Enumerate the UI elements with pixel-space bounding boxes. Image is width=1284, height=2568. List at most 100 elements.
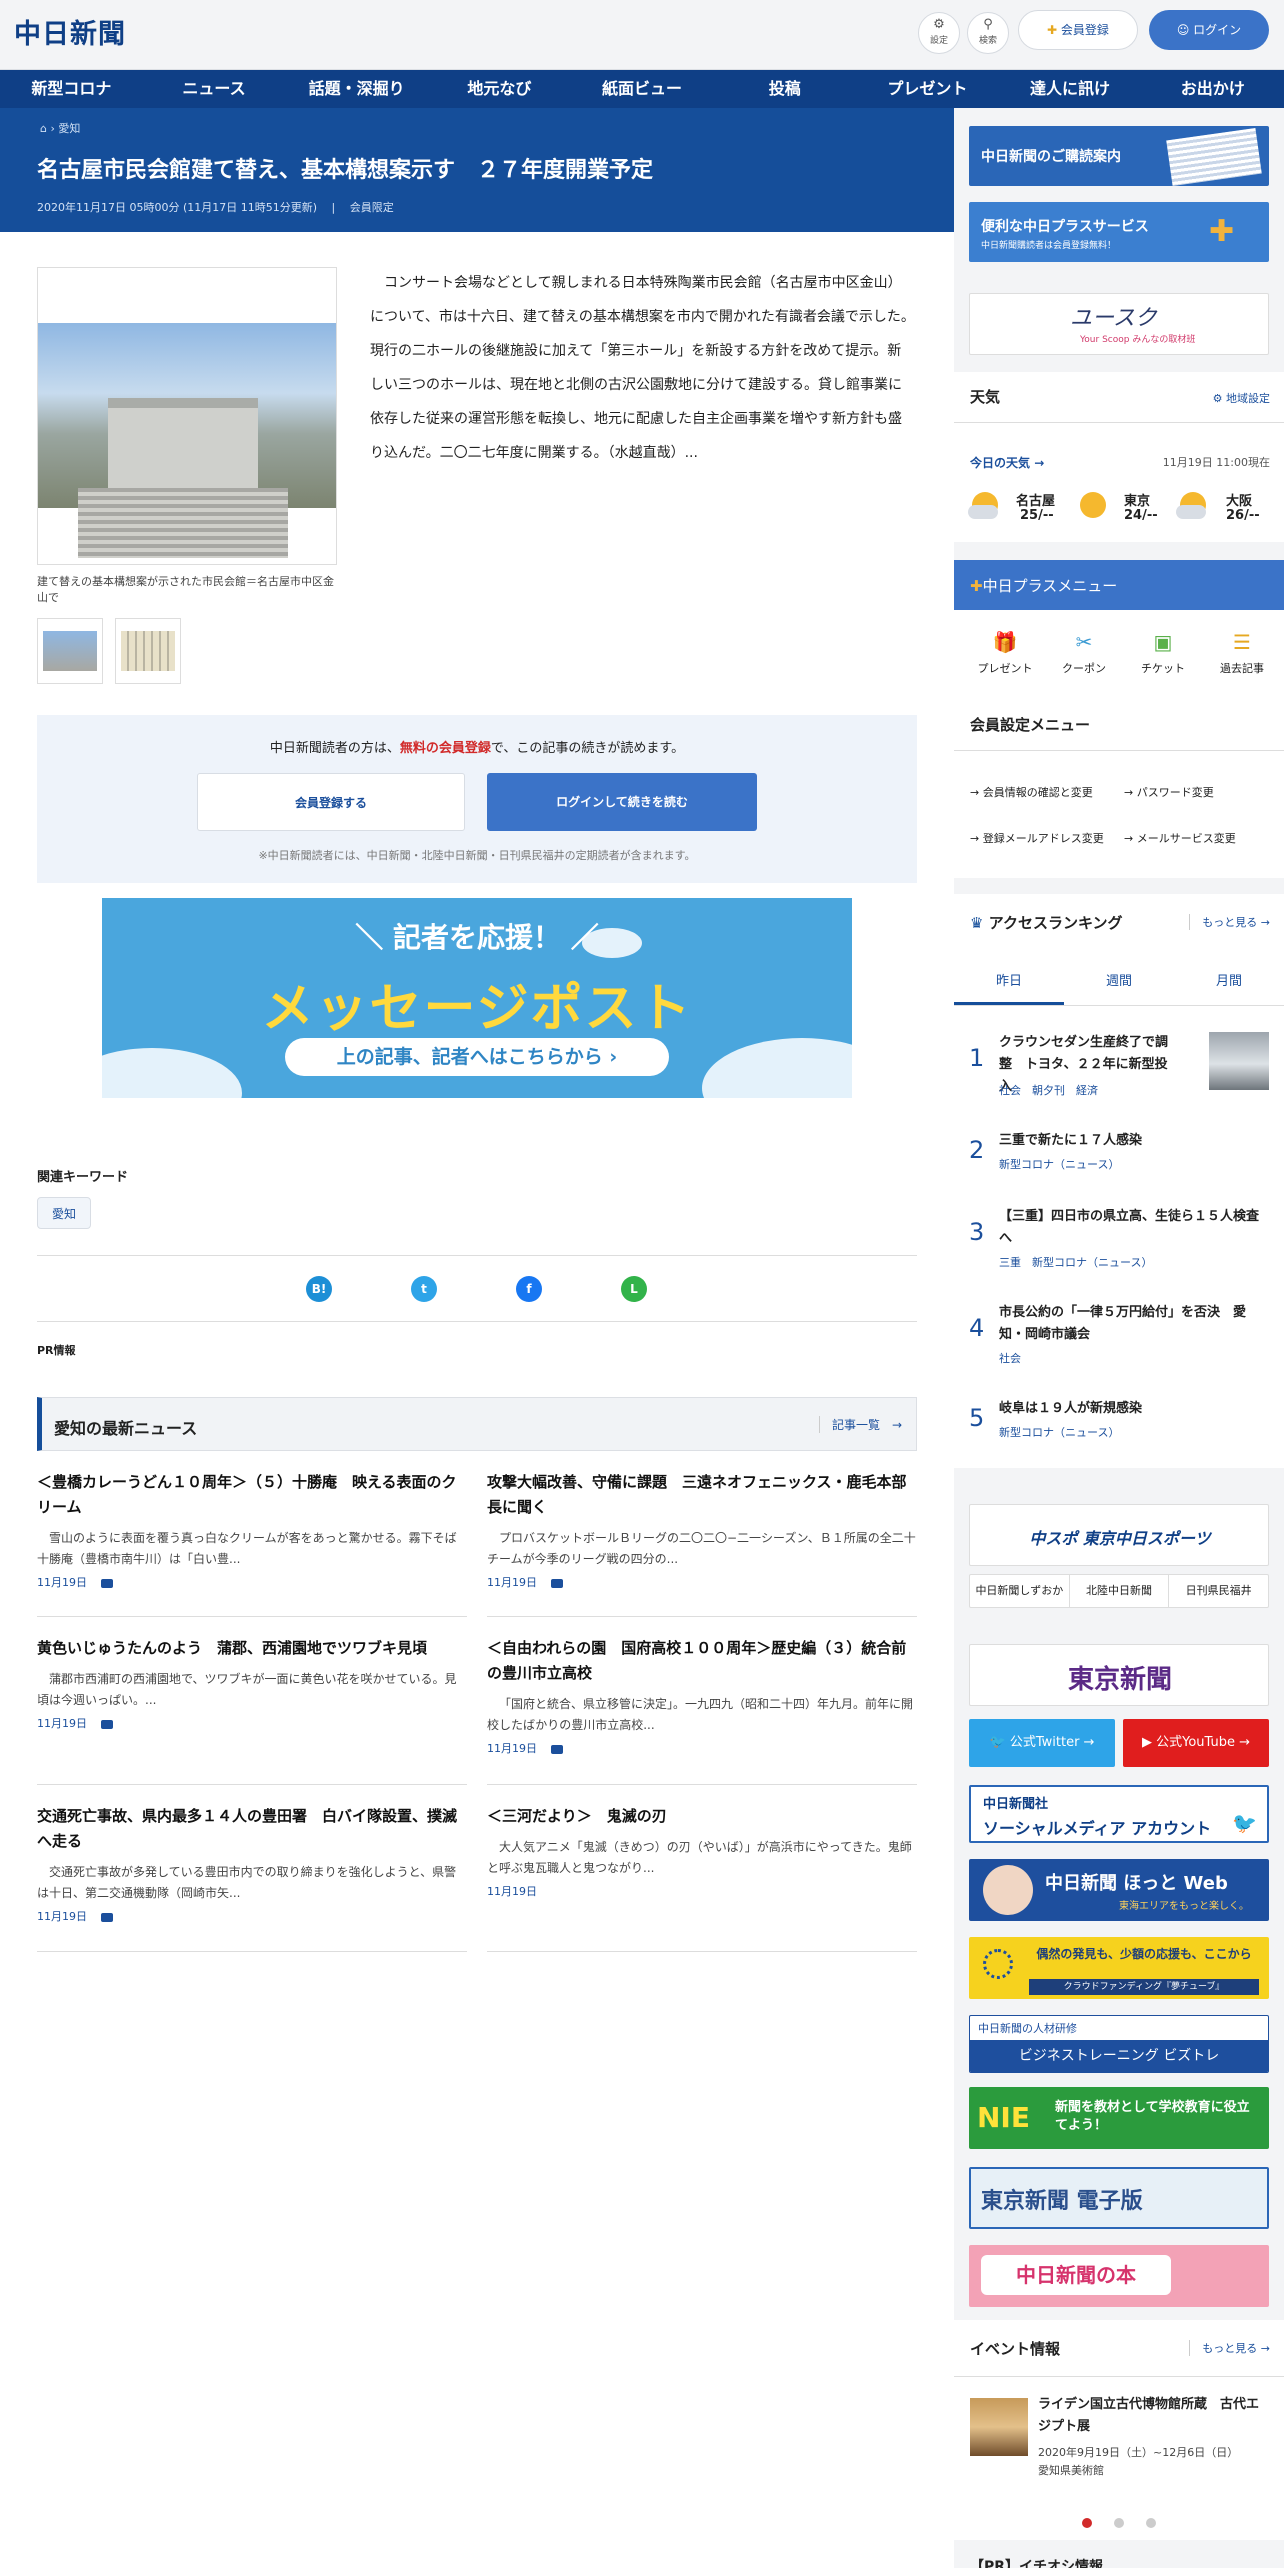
latest-news-more-link[interactable]: 記事一覧 →	[818, 1416, 902, 1433]
divider	[37, 1616, 467, 1617]
plus-icon: ✚	[1047, 23, 1061, 37]
bizutore-banner[interactable]: 中日新聞の人材研修 ビジネストレーニング ビズトレ	[969, 2015, 1269, 2073]
news-item[interactable]: ＜三河だより＞ 鬼滅の刃 大人気アニメ「鬼滅（きめつ）の刃（やいば）」が高浜市に…	[487, 1804, 917, 1899]
search-button[interactable]: ⚲ 検索	[967, 12, 1009, 54]
event-date: 2020年9月19日（土）~12月6日（日）	[1038, 2446, 1239, 2459]
divider	[37, 1321, 917, 1322]
global-nav: 新型コロナ ニュース 話題・深掘り 地元なび 紙面ビュー 投稿 プレゼント 達人…	[0, 70, 1284, 108]
news-item[interactable]: 攻撃大幅改善、守備に課題 三遠ネオフェニックス・鹿毛本部長に聞く プロバスケット…	[487, 1470, 917, 1590]
gift-icon: 🎁	[992, 630, 1018, 654]
ticket-icon: ▣	[1153, 630, 1173, 654]
your-scoop-banner[interactable]: ユースク Your Scoop みんなの取材班	[969, 293, 1269, 355]
news-item[interactable]: ＜豊橋カレーうどん１０周年＞（５）十勝庵 映える表面のクリーム 雪山のように表面…	[37, 1470, 467, 1590]
plus-icon: ✚	[1209, 214, 1235, 249]
carousel-dot[interactable]	[1082, 2518, 1092, 2528]
ranking-item[interactable]: 3 【三重】四日市の県立高、生徒ら１５人検査へ 三重 新型コロナ（ニュース）	[969, 1206, 1269, 1276]
ranking-tab-yesterday[interactable]: 昨日	[954, 958, 1064, 1005]
ranking-tab-month[interactable]: 月間	[1174, 958, 1284, 1005]
latest-news-heading: 愛知の最新ニュース	[54, 1419, 198, 1438]
tokyo-digital-banner[interactable]: 東京新聞 電子版	[969, 2167, 1269, 2229]
subscription-banner[interactable]: 中日新聞のご購読案内	[969, 126, 1269, 186]
tokyo-shimbun-banner[interactable]: 東京新聞	[969, 1644, 1269, 1706]
keyword-tag[interactable]: 愛知	[37, 1197, 91, 1229]
nav-item[interactable]: 新型コロナ	[0, 70, 143, 108]
member-menu-item[interactable]: → 登録メールアドレス変更	[970, 830, 1120, 847]
login-button[interactable]: ☺ ログイン	[1149, 10, 1269, 50]
twitter-icon: 🐦	[1232, 1811, 1257, 1835]
message-post-link[interactable]: 上の記事、記者へはこちらから ›	[285, 1038, 669, 1076]
settings-label: 設定	[929, 36, 948, 46]
nie-banner[interactable]: NIE 新聞を教材として学校教育に役立てよう！	[969, 2087, 1269, 2149]
nav-item[interactable]: 地元なび	[428, 70, 571, 108]
nav-item[interactable]: プレゼント	[856, 70, 999, 108]
breadcrumb-current[interactable]: 愛知	[58, 122, 80, 135]
plus-menu-coupon[interactable]: ✂ クーポン	[1049, 630, 1119, 676]
member-menu-item[interactable]: → メールサービス変更	[1124, 830, 1236, 846]
keywords-label: 関連キーワード	[37, 1170, 129, 1185]
ranking-item[interactable]: 4 市長公約の「一律５万円給付」を否決 愛知・岡崎市議会 社会	[969, 1302, 1269, 1372]
paywall-register-button[interactable]: 会員登録する	[197, 773, 465, 831]
photo-thumbnail[interactable]	[115, 618, 181, 684]
hatena-share-icon[interactable]: B!	[306, 1276, 332, 1302]
cloud-icon	[968, 505, 998, 519]
chuspo-banner[interactable]: 中スポ 東京中日スポーツ	[969, 1504, 1269, 1566]
person-photo	[983, 1865, 1033, 1915]
facebook-share-icon[interactable]: f	[516, 1276, 542, 1302]
camera-icon	[101, 1578, 113, 1588]
pr-label: PR情報	[37, 1344, 76, 1357]
chunichi-books-banner[interactable]: 中日新聞の本	[969, 2245, 1269, 2307]
carousel-dot[interactable]	[1146, 2518, 1156, 2528]
ranking-item[interactable]: 5 岐阜は１９人が新規感染 新型コロナ（ニュース）	[969, 1398, 1269, 1448]
event-title[interactable]: ライデン国立古代博物館所蔵 古代エジプト展	[1038, 2394, 1270, 2438]
today-weather-link[interactable]: 今日の天気 →	[970, 454, 1044, 471]
regional-link[interactable]: 中日新聞しずおか	[970, 1575, 1069, 1607]
regional-link[interactable]: 日刊県民福井	[1168, 1575, 1268, 1607]
message-post-banner[interactable]: ＼ 記者を応援！ ／ メッセージポスト 上の記事、記者へはこちらから ›	[102, 898, 852, 1098]
crowdfunding-banner[interactable]: 偶然の発見も、少額の応援も、ここから クラウドファンディング『夢チューブ』	[969, 1937, 1269, 1999]
ranking-tab-week[interactable]: 週間	[1064, 958, 1174, 1005]
paywall-login-button[interactable]: ログインして続きを読む	[487, 773, 757, 831]
carousel-dot[interactable]	[1114, 2518, 1124, 2528]
nav-item[interactable]: 達人に訊け	[999, 70, 1142, 108]
nav-item[interactable]: 投稿	[713, 70, 856, 108]
ranking-item[interactable]: 1 クラウンセダン生産終了で調整 トヨタ、２２年に新型投入 社会 朝夕刊 経済	[969, 1032, 1269, 1102]
news-item[interactable]: ＜自由われらの園 国府高校１００周年＞歴史編（３）統合前の豊川市立高校 「国府と…	[487, 1636, 917, 1756]
plus-menu-present[interactable]: 🎁 プレゼント	[970, 630, 1040, 676]
ranking-more-link[interactable]: もっと見る →	[1189, 914, 1270, 930]
free-register-link[interactable]: 無料の会員登録	[400, 741, 491, 756]
twitter-share-icon[interactable]: t	[411, 1276, 437, 1302]
youtube-icon: ▶	[1141, 1735, 1152, 1750]
social-media-banner[interactable]: 中日新聞社 ソーシャルメディア アカウント 🐦	[969, 1785, 1269, 1843]
archive-icon: ☰	[1233, 630, 1251, 654]
event-thumbnail[interactable]	[970, 2398, 1028, 2456]
plus-icon: ✚	[970, 577, 983, 595]
photo-thumbnail[interactable]	[37, 618, 103, 684]
line-share-icon[interactable]: L	[621, 1276, 647, 1302]
weather-time: 11月19日 11:00現在	[1162, 456, 1270, 469]
hotto-web-banner[interactable]: 中日新聞 ほっと Web 東海エリアをもっと楽しく。	[969, 1859, 1269, 1921]
search-label: 検索	[978, 36, 997, 46]
news-item[interactable]: 黄色いじゅうたんのよう 蒲郡、西浦園地でツワブキ見頃 蒲郡市西浦町の西浦園地で、…	[37, 1636, 467, 1731]
divider	[487, 1951, 917, 1952]
weather-setting-link[interactable]: ⚙ 地域設定	[1213, 390, 1270, 406]
news-item[interactable]: 交通死亡事故、県内最多１４人の豊田署 白バイ隊設置、撲滅へ走る 交通死亡事故が多…	[37, 1804, 467, 1924]
member-menu-item[interactable]: → 会員情報の確認と変更	[970, 784, 1093, 800]
plus-menu-ticket[interactable]: ▣ チケット	[1128, 630, 1198, 676]
nav-item[interactable]: お出かけ	[1141, 70, 1284, 108]
nav-item[interactable]: 紙面ビュー	[571, 70, 714, 108]
ranking-item[interactable]: 2 三重で新たに１７人感染 新型コロナ（ニュース）	[969, 1130, 1269, 1180]
event-more-link[interactable]: もっと見る →	[1189, 2340, 1270, 2356]
member-menu-item[interactable]: → パスワード変更	[1124, 784, 1214, 800]
site-logo[interactable]: 中日新聞	[14, 12, 126, 51]
register-button[interactable]: ✚ 会員登録	[1018, 10, 1138, 50]
plus-menu-archive[interactable]: ☰ 過去記事	[1207, 630, 1277, 676]
nav-item[interactable]: ニュース	[143, 70, 286, 108]
chunichi-plus-banner[interactable]: 便利な中日プラスサービス 中日新聞購読者は会員登録無料！ ✚	[969, 202, 1269, 262]
home-icon[interactable]: ⌂	[40, 122, 47, 135]
youtube-link[interactable]: ▶ 公式YouTube →	[1123, 1719, 1269, 1767]
regional-link[interactable]: 北陸中日新聞	[1068, 1575, 1169, 1607]
settings-button[interactable]: ⚙ 設定	[918, 12, 960, 54]
twitter-link[interactable]: 🐦 公式Twitter →	[969, 1719, 1115, 1767]
article-photo[interactable]	[37, 267, 337, 565]
nav-item[interactable]: 話題・深掘り	[285, 70, 428, 108]
